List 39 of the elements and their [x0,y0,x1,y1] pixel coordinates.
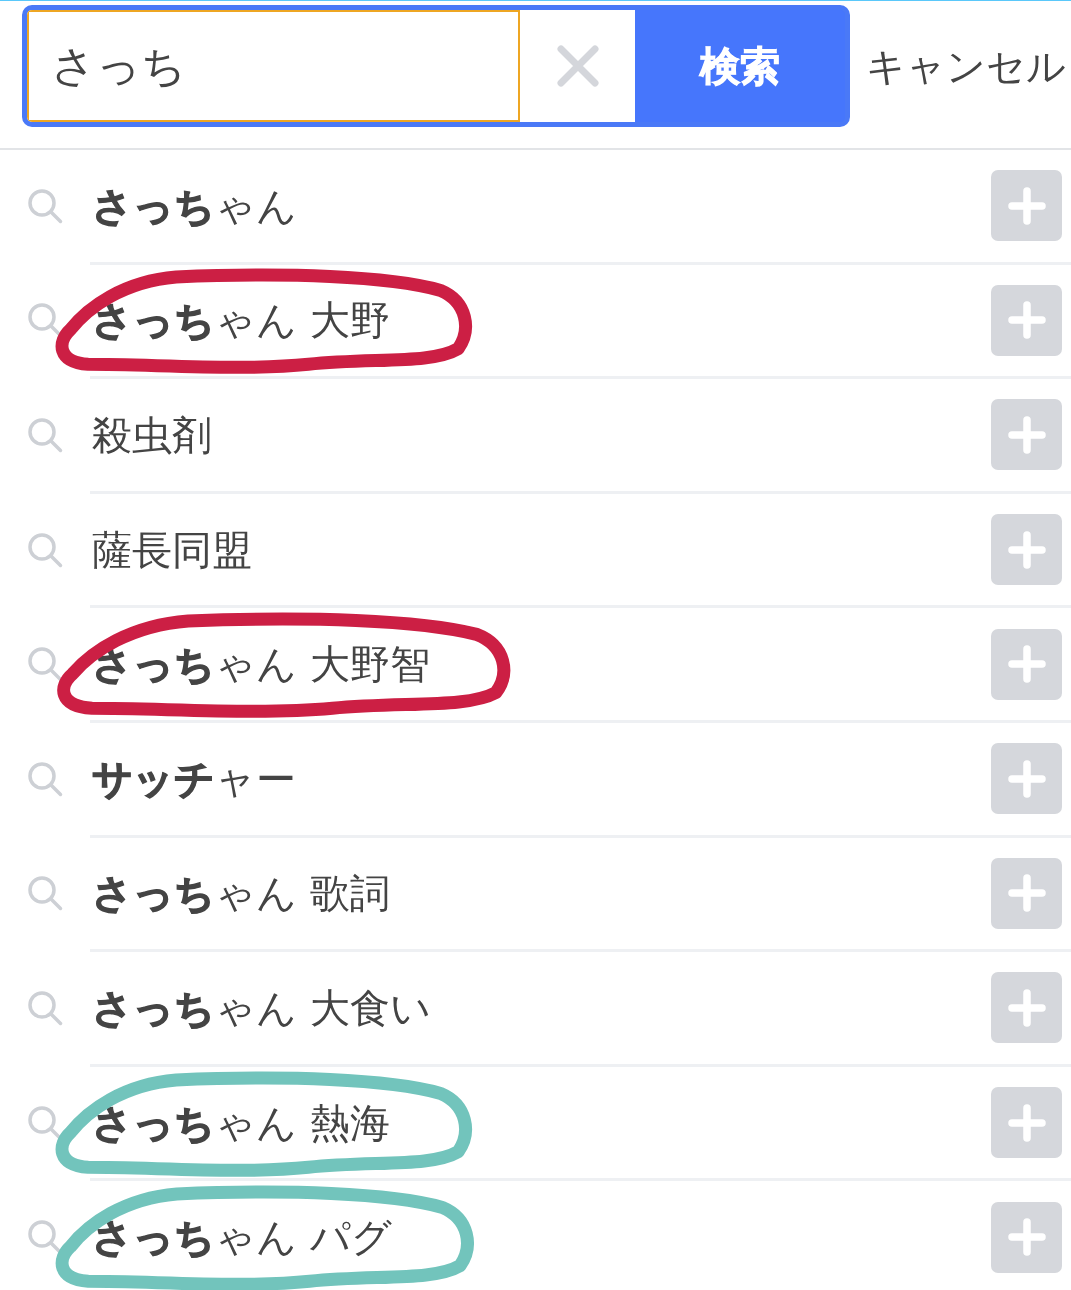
search-icon [27,1104,63,1141]
add-button[interactable] [991,628,1062,700]
plus-icon [1007,1103,1046,1142]
plus-icon [1007,759,1046,798]
search-icon [27,875,63,912]
search-icon [27,760,63,797]
search-icon [27,646,63,683]
plus-icon [1007,988,1046,1027]
search-icon [27,531,63,568]
close-icon [556,45,599,87]
suggestion-text[interactable]: 殺虫剤 [92,415,212,455]
cancel-button[interactable]: キャンセル [866,46,1066,86]
suggestion-text[interactable]: サッチャー [92,758,296,799]
add-button[interactable] [991,1201,1062,1273]
plus-icon [1007,186,1046,225]
add-button[interactable] [991,284,1062,356]
plus-icon [1007,530,1046,569]
suggestion-text[interactable]: さっちゃん 大食い [92,987,431,1028]
suggestion-text[interactable]: 薩長同盟 [92,529,252,570]
search-icon [27,417,63,453]
plus-icon [1007,874,1046,913]
add-button[interactable] [991,743,1062,815]
add-button[interactable] [991,972,1062,1044]
suggestion-text[interactable]: さっちゃん 歌詞 [92,873,390,914]
search-icon [27,989,63,1026]
clear-button[interactable] [520,10,635,122]
add-button[interactable] [991,170,1062,242]
search-icon [27,187,63,224]
plus-icon [1007,645,1046,684]
add-button[interactable] [991,514,1062,586]
add-button[interactable] [991,857,1062,929]
add-button[interactable] [991,1087,1062,1159]
search-button[interactable]: 検索 [635,10,845,122]
add-button[interactable] [991,399,1062,471]
plus-icon [1007,416,1046,454]
plus-icon [1007,1218,1046,1257]
suggestion-text[interactable]: さっちゃん [92,185,297,226]
plus-icon [1007,301,1046,340]
search-field[interactable]: さっち [27,10,520,122]
